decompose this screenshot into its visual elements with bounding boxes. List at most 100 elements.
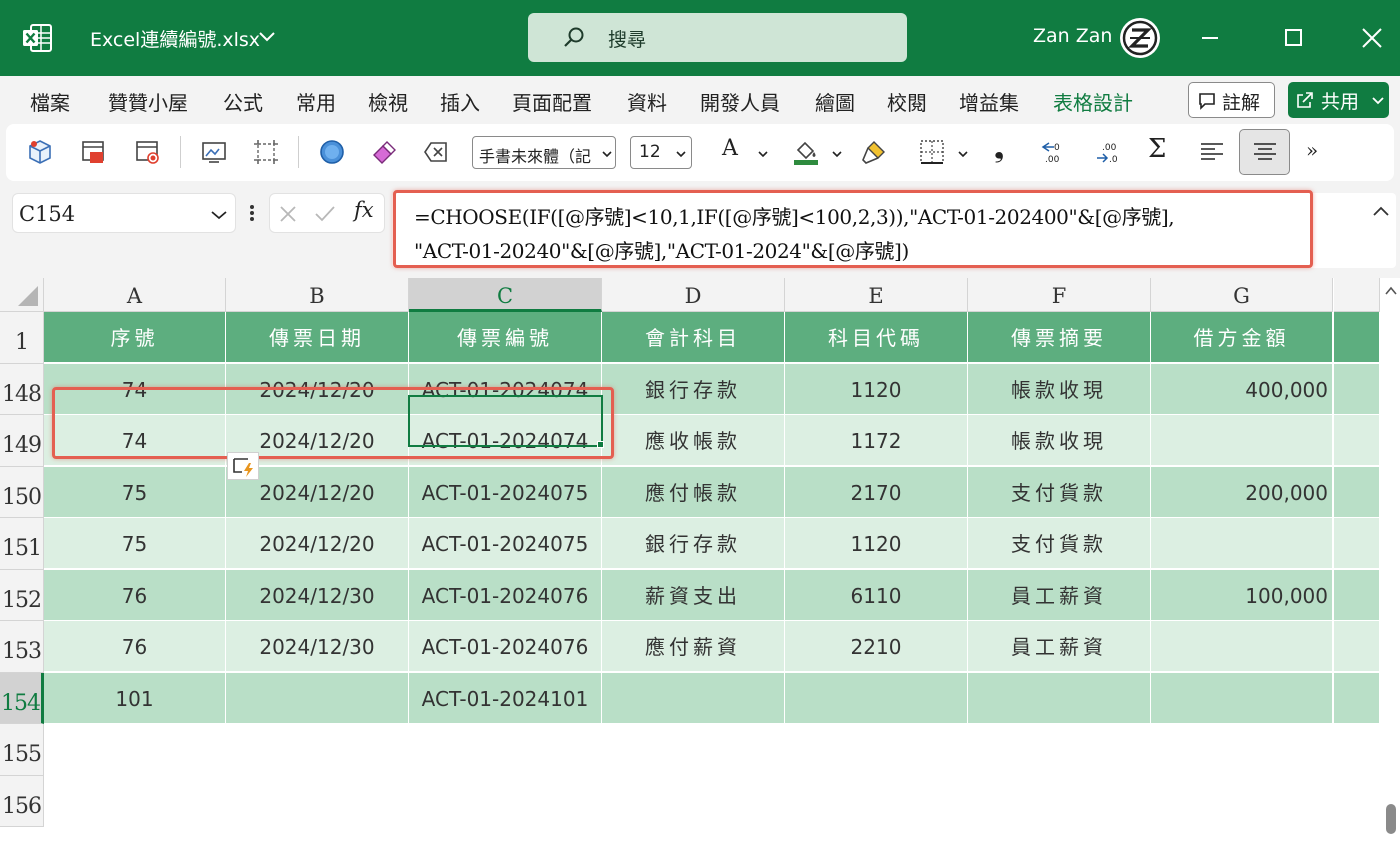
more-vertical-icon[interactable]: [248, 203, 256, 223]
table-cell-partial[interactable]: [1334, 363, 1380, 415]
table-cell[interactable]: 200,000: [1151, 466, 1333, 518]
font-family-select[interactable]: 手書未來體（記: [472, 136, 616, 169]
table-header-cell[interactable]: 借方金額: [1151, 312, 1333, 363]
fill-color-icon[interactable]: [792, 138, 820, 166]
column-header-g[interactable]: G: [1151, 278, 1333, 312]
tab-draw[interactable]: 繪圖: [815, 87, 855, 116]
row-header-149[interactable]: 149: [0, 415, 44, 467]
table-cell[interactable]: [1151, 518, 1333, 569]
excel-logo-icon[interactable]: [22, 24, 52, 52]
select-area-icon[interactable]: [252, 138, 280, 166]
table-cell[interactable]: [602, 672, 785, 724]
user-name[interactable]: Zan Zan: [1033, 25, 1112, 47]
table-header-cell[interactable]: 傳票編號: [409, 312, 602, 363]
table-cell[interactable]: 75: [44, 466, 226, 518]
more-commands-button[interactable]: »: [1306, 138, 1318, 162]
table-header-cell[interactable]: 科目代碼: [785, 312, 968, 363]
table-cell[interactable]: 6110: [785, 569, 968, 621]
table-header-cell[interactable]: 序號: [44, 312, 226, 363]
column-header-b[interactable]: B: [226, 278, 409, 312]
clear-format-icon[interactable]: [422, 138, 450, 166]
increase-decimal-icon[interactable]: 0 .00: [1040, 138, 1068, 166]
3d-cube-icon[interactable]: [26, 138, 54, 166]
vertical-scrollbar[interactable]: [1380, 278, 1400, 848]
table-cell[interactable]: [1151, 672, 1333, 724]
record-icon[interactable]: [80, 138, 108, 166]
format-painter-icon[interactable]: [860, 138, 888, 166]
table-cell[interactable]: 76: [44, 621, 226, 672]
scrollbar-thumb[interactable]: [1386, 804, 1396, 834]
table-cell[interactable]: 支付貨款: [968, 518, 1151, 569]
column-header-d[interactable]: D: [602, 278, 785, 312]
table-cell[interactable]: 2024/12/20: [226, 518, 409, 569]
align-left-icon[interactable]: [1198, 138, 1226, 166]
table-cell[interactable]: 應付帳款: [602, 466, 785, 518]
table-cell[interactable]: ACT-01-2024075: [409, 518, 602, 569]
table-cell[interactable]: 支付貨款: [968, 466, 1151, 518]
name-box[interactable]: C154: [12, 193, 236, 233]
table-cell-partial[interactable]: [1334, 415, 1380, 466]
table-cell[interactable]: [1151, 621, 1333, 672]
table-cell[interactable]: ACT-01-2024075: [409, 466, 602, 518]
table-cell[interactable]: ACT-01-2024101: [409, 672, 602, 724]
search-box[interactable]: 搜尋: [528, 13, 907, 62]
circle-shape-icon[interactable]: [318, 138, 346, 166]
table-cell-partial[interactable]: [1334, 672, 1380, 724]
table-cell[interactable]: 1120: [785, 518, 968, 569]
row-header-153[interactable]: 153: [0, 621, 44, 673]
spreadsheet-grid[interactable]: ABCDEFG 1 序號 傳票日期 傳票編號 會計科目 科目代碼 傳票摘要 借方金額 148 74…: [0, 278, 1400, 848]
tab-page-layout[interactable]: 頁面配置: [512, 87, 592, 116]
row-header-151[interactable]: 151: [0, 518, 44, 570]
tab-home[interactable]: 常用: [296, 87, 336, 116]
tab-zanzan-house[interactable]: 贊贊小屋: [108, 87, 188, 116]
tab-developer[interactable]: 開發人員: [700, 87, 780, 116]
table-cell[interactable]: [785, 672, 968, 724]
table-cell-partial[interactable]: [1334, 466, 1380, 518]
row-header-148[interactable]: 148: [0, 363, 44, 415]
chevron-up-icon[interactable]: [1372, 205, 1390, 217]
table-header-cell[interactable]: 傳票摘要: [968, 312, 1151, 363]
column-header-c[interactable]: C: [409, 278, 602, 312]
tab-view[interactable]: 檢視: [368, 87, 408, 116]
table-cell[interactable]: [226, 672, 409, 724]
table-cell-partial[interactable]: [1334, 621, 1380, 672]
share-button[interactable]: 共用: [1288, 82, 1389, 118]
borders-icon[interactable]: [918, 138, 946, 166]
table-header-cell[interactable]: 會計科目: [602, 312, 785, 363]
close-button[interactable]: [1354, 20, 1390, 56]
column-header-partial[interactable]: [1334, 278, 1380, 312]
table-cell[interactable]: 應付薪資: [602, 621, 785, 672]
table-header-cell[interactable]: 傳票日期: [226, 312, 409, 363]
table-cell[interactable]: 銀行存款: [602, 363, 785, 415]
table-cell[interactable]: 應收帳款: [602, 415, 785, 466]
table-cell[interactable]: ACT-01-2024076: [409, 569, 602, 621]
scroll-up-icon[interactable]: [1385, 286, 1397, 295]
table-cell[interactable]: 1120: [785, 363, 968, 415]
table-header-cell-partial[interactable]: [1334, 312, 1380, 363]
autofill-options-button[interactable]: [227, 452, 259, 480]
chevron-down-icon[interactable]: [832, 150, 842, 158]
table-cell[interactable]: 銀行存款: [602, 518, 785, 569]
table-cell-partial[interactable]: [1334, 569, 1380, 621]
table-cell[interactable]: 員工薪資: [968, 621, 1151, 672]
column-header-f[interactable]: F: [968, 278, 1151, 312]
row-header-155[interactable]: 155: [0, 724, 44, 776]
comments-button[interactable]: 註解: [1188, 82, 1275, 118]
tab-insert[interactable]: 插入: [440, 87, 480, 116]
cancel-icon[interactable]: [278, 204, 298, 224]
table-cell[interactable]: 75: [44, 518, 226, 569]
tab-addins[interactable]: 增益集: [959, 87, 1019, 116]
table-cell[interactable]: 2024/12/30: [226, 569, 409, 621]
table-cell[interactable]: 100,000: [1151, 569, 1333, 621]
file-name[interactable]: Excel連續編號.xlsx: [90, 25, 260, 52]
table-cell[interactable]: 101: [44, 672, 226, 724]
select-all-button[interactable]: [0, 278, 44, 312]
row-header-154[interactable]: 154: [0, 672, 44, 724]
chevron-down-icon[interactable]: [258, 30, 276, 44]
autosum-button[interactable]: Σ: [1148, 134, 1166, 164]
tab-review[interactable]: 校閱: [887, 87, 927, 116]
table-cell[interactable]: ACT-01-2024076: [409, 621, 602, 672]
table-cell[interactable]: 400,000: [1151, 363, 1333, 415]
column-header-a[interactable]: A: [44, 278, 226, 312]
row-header-152[interactable]: 152: [0, 569, 44, 621]
